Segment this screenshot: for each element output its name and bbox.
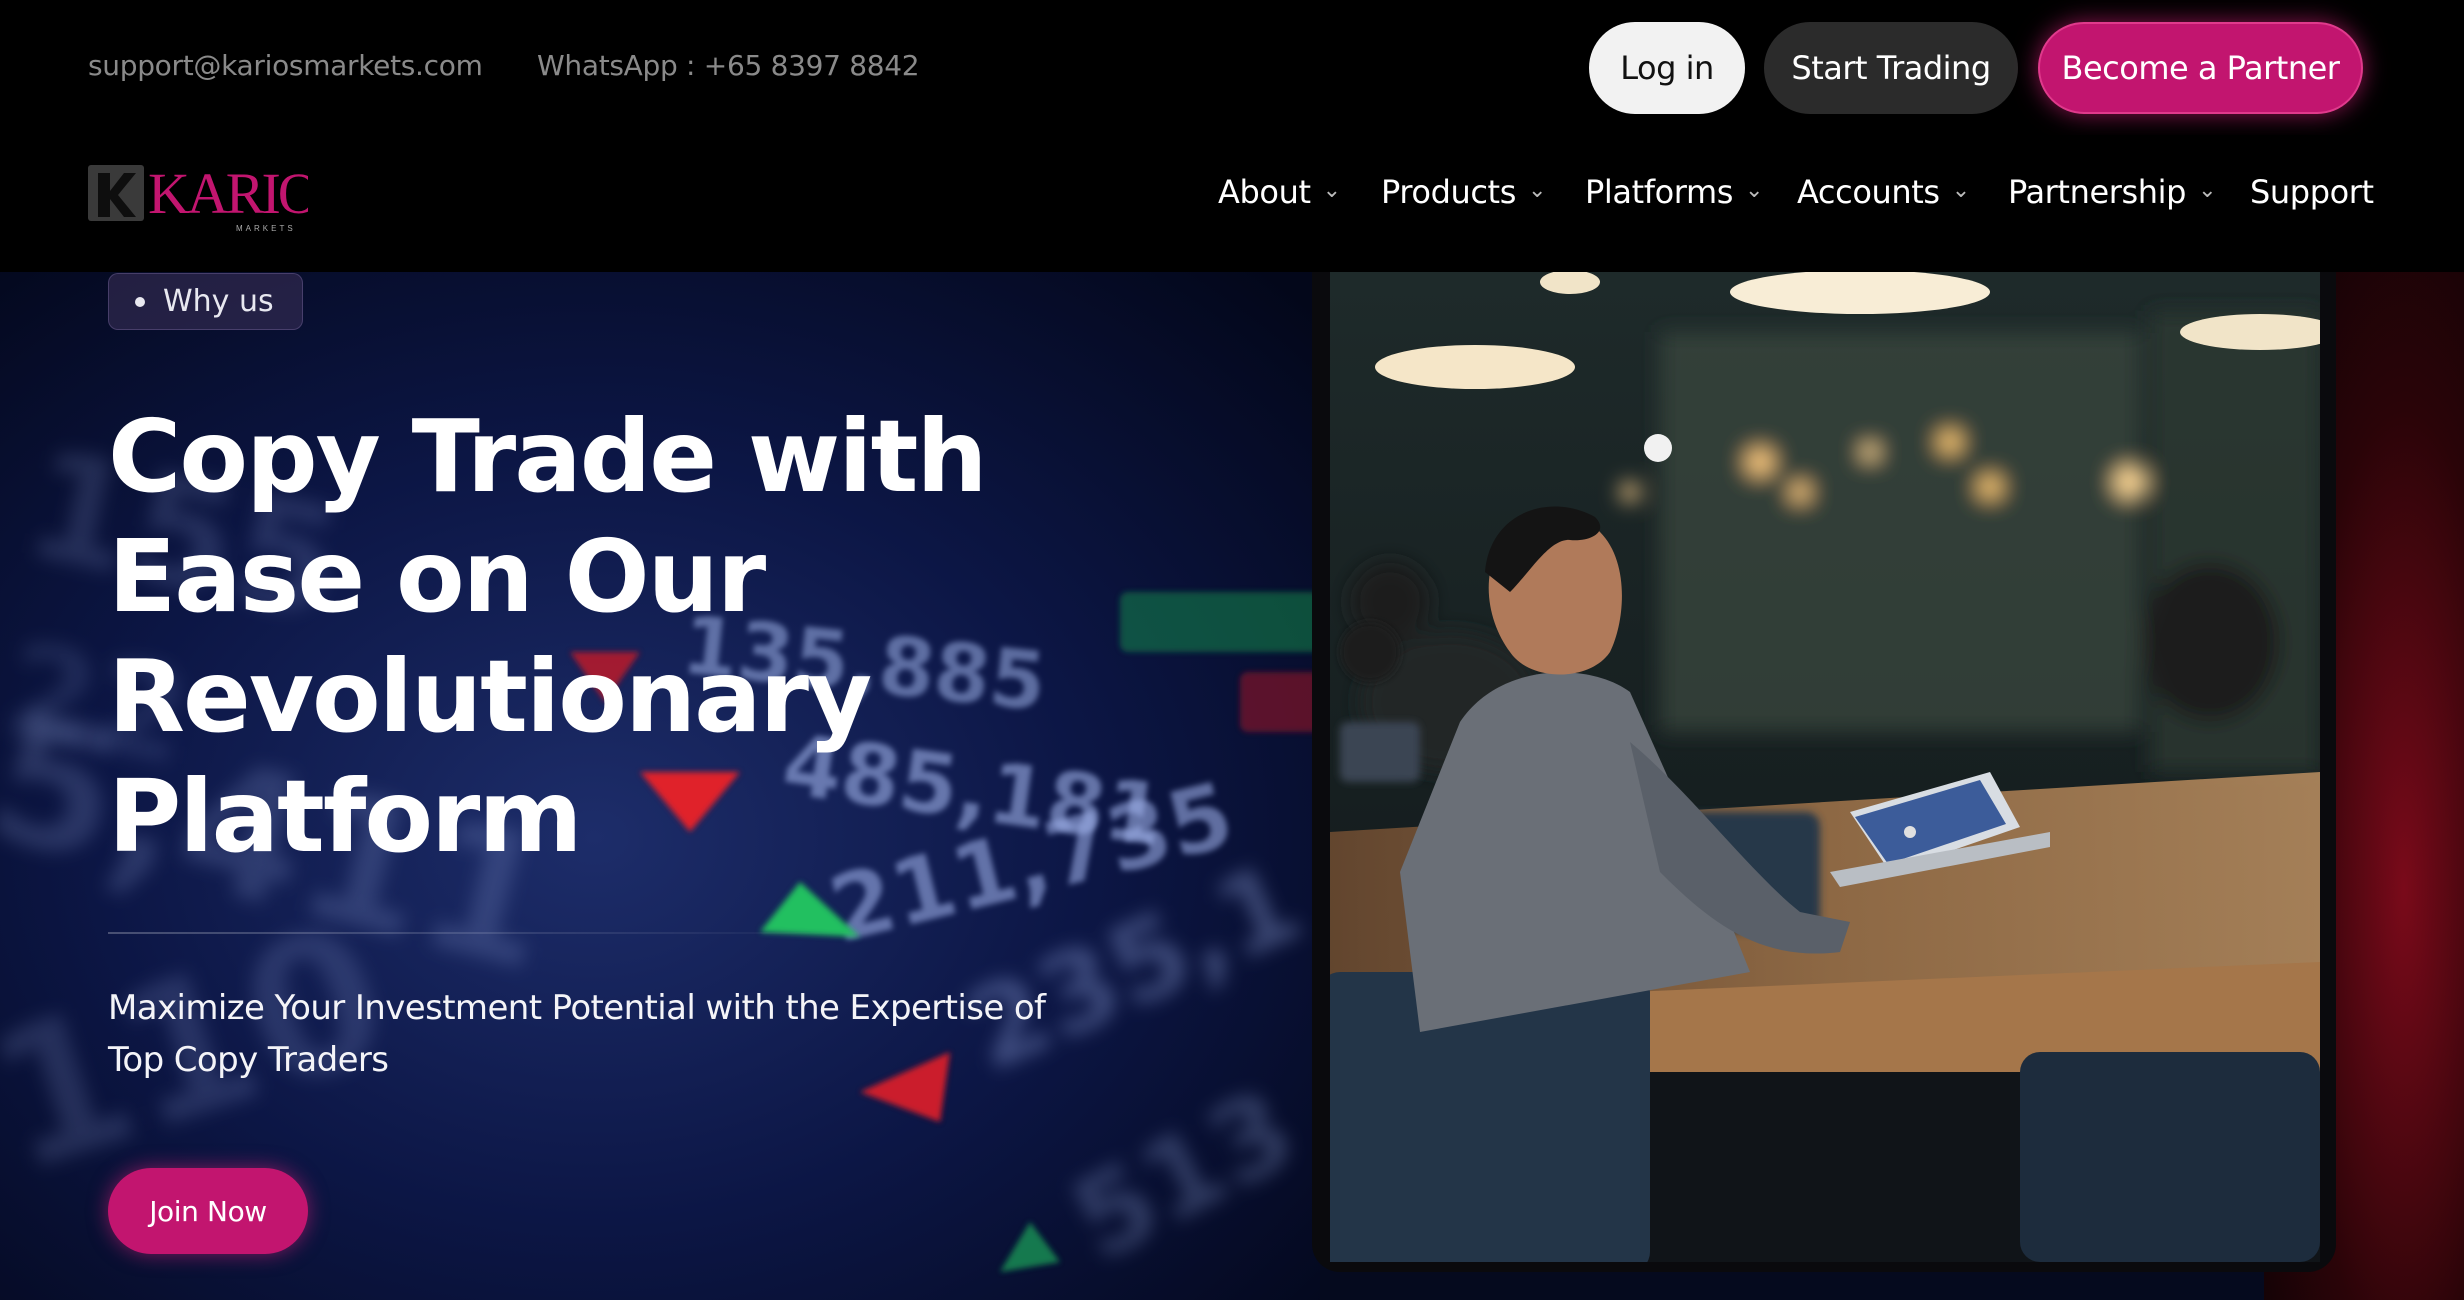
- bullet-icon: [135, 296, 145, 307]
- hero-divider: [108, 932, 888, 934]
- chevron-down-icon: ⌄: [1745, 177, 1764, 203]
- nav-label: Products: [1381, 173, 1516, 211]
- hero-image-frame: [1312, 272, 2336, 1272]
- nav-item-accounts[interactable]: Accounts ⌄: [1797, 173, 1970, 211]
- login-button[interactable]: Log in: [1589, 22, 1745, 114]
- chevron-down-icon: ⌄: [1951, 177, 1970, 203]
- support-email-link[interactable]: support@kariosmarkets.com: [88, 49, 483, 82]
- nav-label: Platforms: [1585, 173, 1734, 211]
- top-utility-bar: support@kariosmarkets.com WhatsApp : +65…: [0, 0, 2464, 135]
- trader-at-laptop-image: [1330, 272, 2320, 1262]
- chevron-down-icon: ⌄: [1527, 177, 1547, 203]
- svg-text:MARKETS: MARKETS: [236, 224, 296, 233]
- nav-label: Support: [2250, 173, 2374, 211]
- hero-headline: Copy Trade with Ease on Our Revolutionar…: [108, 398, 988, 875]
- join-now-button[interactable]: Join Now: [108, 1168, 308, 1254]
- start-trading-button[interactable]: Start Trading: [1764, 22, 2018, 114]
- nav-label: Partnership: [2008, 173, 2187, 211]
- why-us-tag[interactable]: Why us: [108, 273, 303, 330]
- whatsapp-contact-link[interactable]: WhatsApp : +65 8397 8842: [537, 49, 920, 82]
- tag-label: Why us: [163, 284, 274, 319]
- nav-label: About: [1218, 173, 1311, 211]
- chevron-down-icon: ⌄: [2198, 177, 2217, 203]
- karios-logo[interactable]: KARIOS MARKETS: [88, 161, 349, 233]
- nav-item-support[interactable]: Support: [2250, 173, 2374, 211]
- nav-item-about[interactable]: About ⌄: [1218, 173, 1341, 211]
- chevron-down-icon: ⌄: [1322, 177, 1341, 203]
- carousel-dot[interactable]: [1644, 434, 1672, 462]
- hero-subheadline: Maximize Your Investment Potential with …: [108, 988, 1046, 1080]
- hero-section: 155 5,411 110 22 135,885 485,181 211,735…: [0, 272, 2464, 1300]
- nav-item-platforms[interactable]: Platforms ⌄: [1585, 173, 1763, 211]
- nav-item-products[interactable]: Products ⌄: [1381, 173, 1546, 211]
- main-navigation: KARIOS MARKETS About ⌄ Products ⌄ Platfo…: [0, 135, 2464, 272]
- svg-text:KARIOS: KARIOS: [148, 161, 308, 226]
- become-partner-button[interactable]: Become a Partner: [2038, 22, 2363, 114]
- nav-label: Accounts: [1797, 173, 1940, 211]
- nav-item-partnership[interactable]: Partnership ⌄: [2008, 173, 2217, 211]
